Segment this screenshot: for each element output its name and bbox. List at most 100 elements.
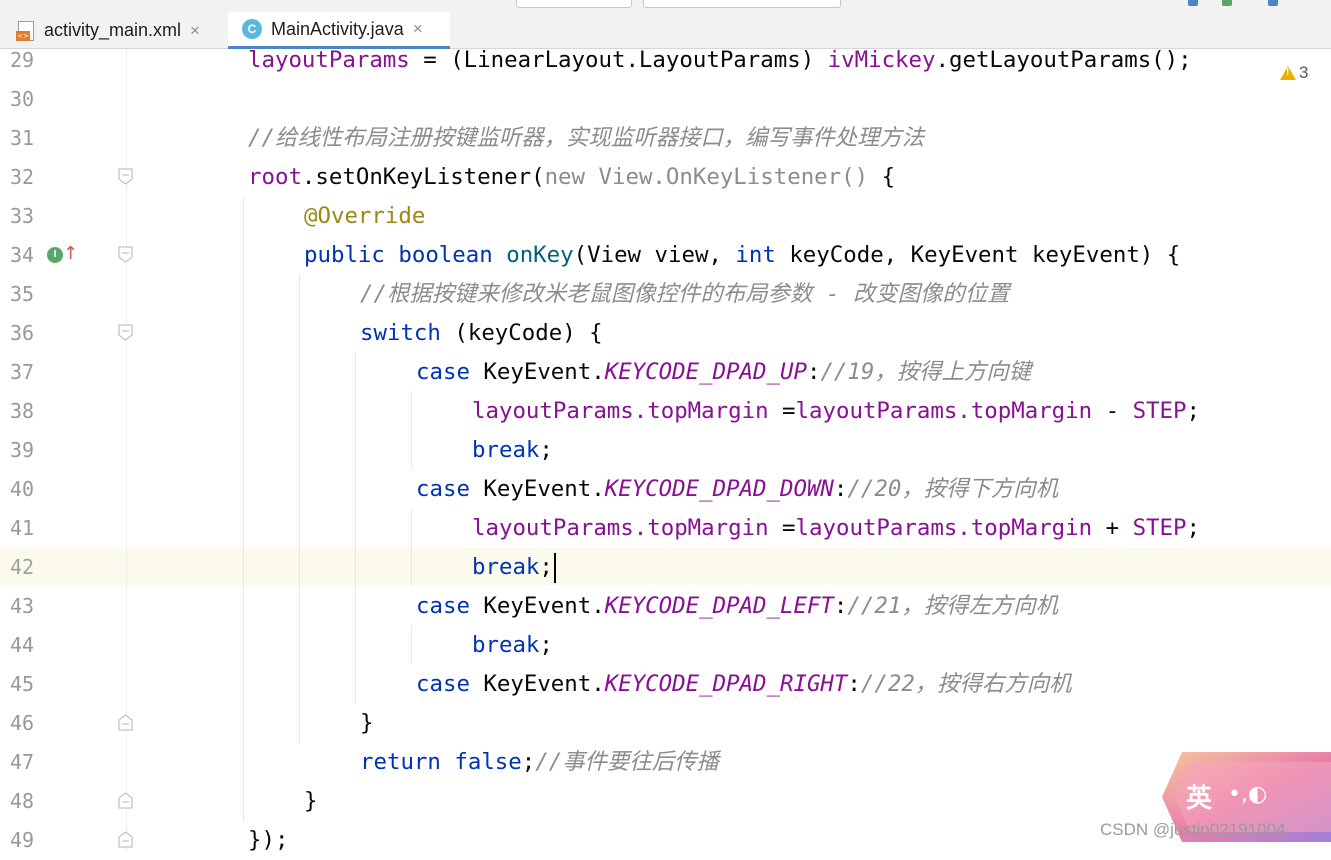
tab-main-activity-java[interactable]: C MainActivity.java × bbox=[228, 12, 450, 49]
code-line-41: layoutParams.topMargin =layoutParams.top… bbox=[472, 509, 1200, 548]
code-token: switch bbox=[360, 320, 441, 346]
tab-label: MainActivity.java bbox=[271, 18, 404, 39]
code-line-49: }); bbox=[248, 821, 288, 852]
code-line-47: return false;//事件要往后传播 bbox=[360, 743, 719, 782]
code-token: public boolean bbox=[304, 242, 507, 268]
code-editor[interactable]: layoutParams = (LinearLayout.LayoutParam… bbox=[0, 49, 1331, 852]
ime-glyphs[interactable]: •,◐ bbox=[1228, 782, 1267, 807]
code-token: ivMickey bbox=[827, 49, 936, 73]
toolbar-icon[interactable] bbox=[1268, 0, 1278, 6]
code-token: = bbox=[768, 398, 796, 424]
close-icon[interactable]: × bbox=[190, 21, 200, 41]
code-token: layoutParams.topMargin bbox=[472, 398, 769, 424]
code-token: return false bbox=[360, 749, 522, 775]
code-token: { bbox=[868, 164, 896, 190]
code-token: ; bbox=[539, 437, 553, 463]
code-token: ; bbox=[539, 632, 553, 658]
code-line-42: break; bbox=[472, 548, 556, 587]
code-line-32: root.setOnKeyListener(new View.OnKeyList… bbox=[248, 158, 895, 197]
code-comment: //根据按键来修改米老鼠图像控件的布局参数 - 改变图像的位置 bbox=[360, 281, 1010, 307]
code-token: case bbox=[416, 671, 484, 697]
code-token: layoutParams.topMargin bbox=[472, 515, 769, 541]
close-icon[interactable]: × bbox=[413, 19, 423, 39]
code-token: KEYCODE_DPAD_UP bbox=[604, 359, 807, 385]
code-line-33: @Override bbox=[304, 197, 425, 236]
code-line-34: public boolean onKey(View view, int keyC… bbox=[304, 236, 1180, 275]
code-line-31: //给线性布局注册按键监听器，实现监听器接口，编写事件处理方法 bbox=[248, 119, 924, 158]
tab-label: activity_main.xml bbox=[44, 20, 182, 40]
code-line-44: break; bbox=[472, 626, 553, 665]
code-token: : bbox=[806, 359, 821, 385]
code-token: case bbox=[416, 593, 484, 619]
code-token: keyCode, KeyEvent keyEvent) { bbox=[775, 242, 1181, 268]
code-token: KeyEvent. bbox=[483, 476, 605, 502]
code-line-40: case KeyEvent.KEYCODE_DPAD_DOWN://20，按得下… bbox=[416, 470, 1058, 509]
warnings-indicator[interactable]: 3 bbox=[1280, 63, 1308, 83]
code-line-38: layoutParams.topMargin =layoutParams.top… bbox=[472, 392, 1200, 431]
run-config-dropdown[interactable] bbox=[516, 0, 632, 8]
code-comment: //21，按得左方向机 bbox=[847, 593, 1059, 619]
code-comment: //22，按得右方向机 bbox=[860, 671, 1072, 697]
xml-file-icon: <> bbox=[16, 20, 36, 41]
code-token: layoutParams.topMargin bbox=[795, 398, 1093, 424]
code-token: } bbox=[360, 710, 374, 736]
code-token: KeyEvent. bbox=[483, 593, 605, 619]
toolbar-strip bbox=[0, 0, 1331, 12]
code-token: (keyCode) { bbox=[440, 320, 603, 346]
text-caret bbox=[553, 552, 556, 583]
code-token: case bbox=[416, 476, 484, 502]
code-line-37: case KeyEvent.KEYCODE_DPAD_UP://19，按得上方向… bbox=[416, 353, 1031, 392]
editor-tab-bar: <> activity_main.xml × C MainActivity.ja… bbox=[0, 12, 1331, 49]
code-line-36: switch (keyCode) { bbox=[360, 314, 603, 353]
code-token: KEYCODE_DPAD_LEFT bbox=[604, 593, 834, 619]
warning-icon bbox=[1280, 66, 1296, 80]
code-token: = bbox=[768, 515, 796, 541]
device-dropdown[interactable] bbox=[643, 0, 841, 8]
code-token: : bbox=[833, 476, 848, 502]
code-token: new View.OnKeyListener() bbox=[544, 164, 869, 190]
csdn-watermark: CSDN @justin02191004 bbox=[1100, 820, 1286, 839]
code-token: .setOnKeyListener( bbox=[301, 164, 545, 190]
code-annotation: @Override bbox=[304, 203, 426, 229]
code-token: : bbox=[833, 593, 848, 619]
code-line-48: } bbox=[304, 782, 317, 821]
code-comment: //给线性布局注册按键监听器，实现监听器接口，编写事件处理方法 bbox=[248, 125, 925, 151]
code-token: : bbox=[847, 671, 861, 697]
code-token: }); bbox=[248, 827, 289, 852]
code-token: KeyEvent. bbox=[483, 359, 605, 385]
code-token: ; bbox=[521, 749, 536, 775]
java-class-icon: C bbox=[242, 19, 262, 39]
code-token: root bbox=[248, 164, 302, 190]
code-token: (View view, bbox=[573, 242, 736, 268]
ime-mode-label[interactable]: 英 bbox=[1186, 778, 1212, 815]
code-comment: //20，按得下方向机 bbox=[847, 476, 1059, 502]
code-line-29: layoutParams = (LinearLayout.LayoutParam… bbox=[248, 49, 1192, 80]
code-token: break bbox=[472, 632, 540, 658]
code-token: .getLayoutParams(); bbox=[935, 49, 1192, 73]
code-token: break bbox=[472, 554, 540, 580]
code-token: onKey bbox=[506, 242, 574, 268]
code-line-39: break; bbox=[472, 431, 553, 470]
code-token: ; bbox=[539, 554, 553, 580]
code-token: KeyEvent. bbox=[483, 671, 605, 697]
code-token: - bbox=[1092, 398, 1133, 424]
code-token: ; bbox=[1186, 398, 1200, 424]
code-token: KEYCODE_DPAD_DOWN bbox=[604, 476, 834, 502]
code-line-46: } bbox=[360, 704, 373, 743]
code-token: layoutParams bbox=[248, 49, 410, 73]
code-token: = (LinearLayout.LayoutParams) bbox=[409, 49, 828, 73]
code-comment: //事件要往后传播 bbox=[535, 749, 719, 775]
code-token: STEP bbox=[1132, 515, 1187, 541]
code-line-35: //根据按键来修改米老鼠图像控件的布局参数 - 改变图像的位置 bbox=[360, 275, 1010, 314]
code-token: } bbox=[304, 788, 318, 814]
code-token: case bbox=[416, 359, 484, 385]
toolbar-icon[interactable] bbox=[1222, 0, 1232, 6]
code-token: ; bbox=[1186, 515, 1200, 541]
code-token: + bbox=[1092, 515, 1133, 541]
toolbar-icon[interactable] bbox=[1188, 0, 1198, 6]
code-token: layoutParams.topMargin bbox=[795, 515, 1093, 541]
code-line-43: case KeyEvent.KEYCODE_DPAD_LEFT://21，按得左… bbox=[416, 587, 1058, 626]
code-token: STEP bbox=[1132, 398, 1187, 424]
code-comment: //19，按得上方向键 bbox=[820, 359, 1032, 385]
code-line-45: case KeyEvent.KEYCODE_DPAD_RIGHT://22，按得… bbox=[416, 665, 1072, 704]
